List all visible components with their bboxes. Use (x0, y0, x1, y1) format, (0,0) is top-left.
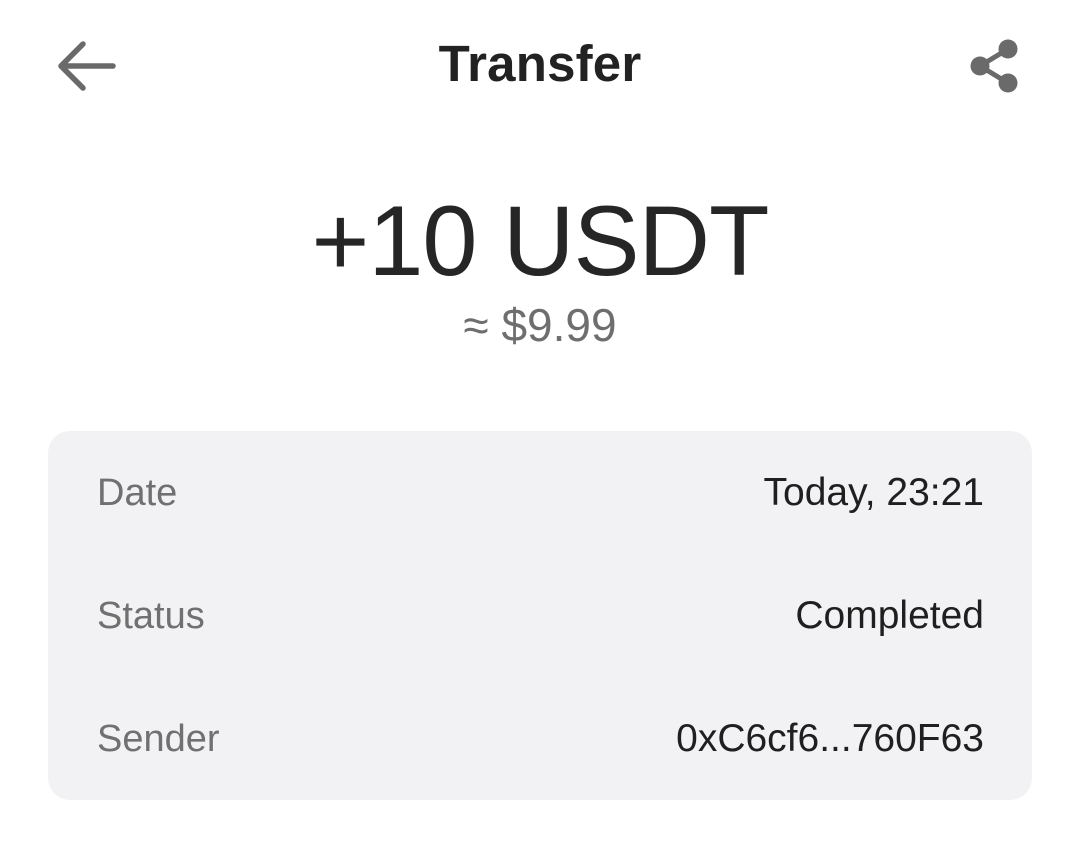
date-label: Date (97, 471, 178, 514)
date-value: Today, 23:21 (763, 471, 984, 514)
share-button[interactable] (955, 30, 1035, 102)
detail-row-date: Date Today, 23:21 (48, 453, 1032, 533)
detail-row-sender[interactable]: Sender 0xC6cf6...760F63 (48, 699, 1032, 779)
transfer-amount: +10 USDT (311, 185, 770, 296)
transaction-details-card: Date Today, 23:21 Status Completed Sende… (48, 431, 1032, 800)
status-value: Completed (795, 594, 984, 637)
share-icon (967, 38, 1023, 94)
page-title: Transfer (438, 35, 642, 92)
status-label: Status (97, 594, 205, 637)
transaction-summary: +10 USDT ≈ $9.99 (0, 185, 1080, 353)
fiat-equivalent: ≈ $9.99 (463, 299, 617, 351)
sender-address[interactable]: 0xC6cf6...760F63 (676, 717, 984, 761)
detail-row-status: Status Completed (48, 576, 1032, 656)
sender-label: Sender (97, 717, 220, 760)
top-app-bar: Transfer (0, 0, 1080, 130)
